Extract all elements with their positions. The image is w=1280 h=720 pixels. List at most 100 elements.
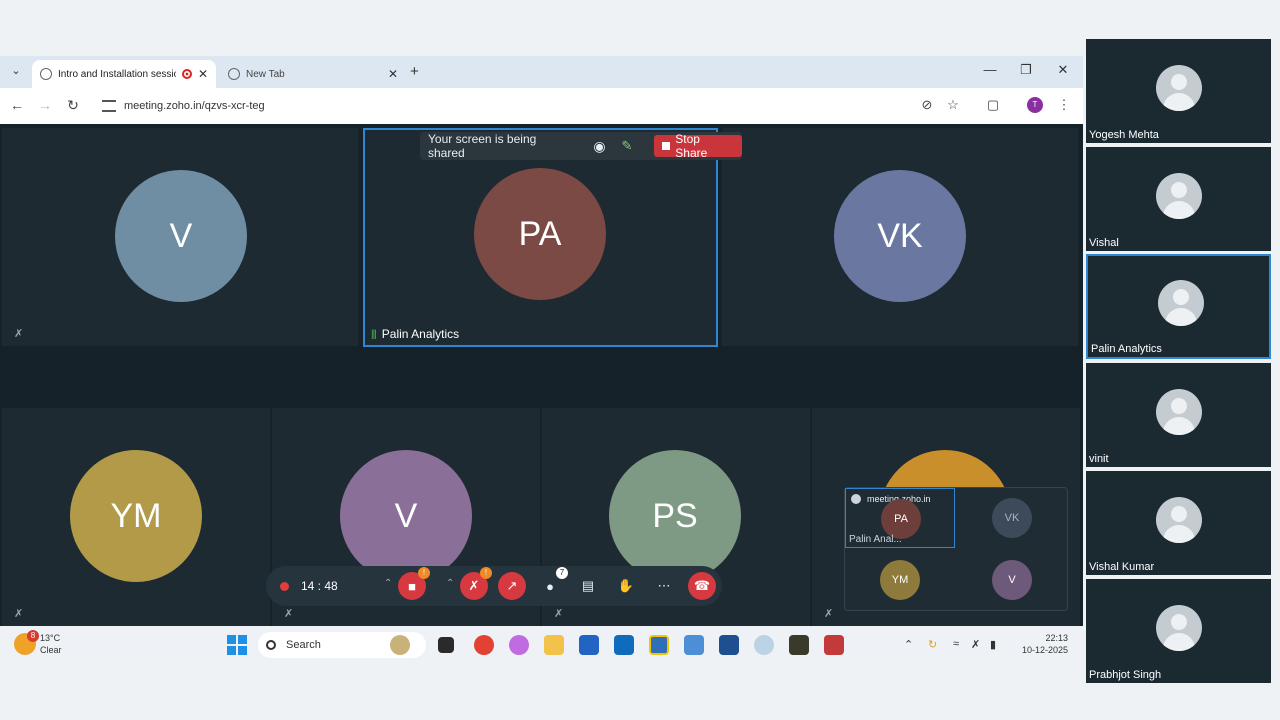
camera-off-button[interactable]: ■ ! xyxy=(398,567,430,600)
task-view-icon[interactable] xyxy=(438,637,454,653)
pip-tile[interactable]: VK xyxy=(957,488,1067,548)
avatar: V xyxy=(340,450,472,582)
volume-mute-icon[interactable]: ✗ xyxy=(971,638,980,651)
app-icon[interactable] xyxy=(719,635,739,655)
participant-tile[interactable]: V ✗ xyxy=(2,128,358,346)
new-tab-button[interactable]: + xyxy=(410,63,419,80)
participant-name: vinit xyxy=(1089,453,1109,465)
pip-tile[interactable]: YM xyxy=(845,550,955,610)
copilot-icon[interactable] xyxy=(509,635,529,655)
eye-off-icon[interactable]: ⊘ xyxy=(918,97,936,113)
tab-title: New Tab xyxy=(246,68,285,80)
terminal-icon[interactable] xyxy=(789,635,809,655)
camera-options-chevron-icon[interactable]: ⌃ xyxy=(384,578,392,589)
mic-options-chevron-icon[interactable]: ⌃ xyxy=(446,578,454,589)
mic-off-button[interactable]: ✗ ! xyxy=(460,567,492,600)
weather-alert-badge: 8 xyxy=(27,630,39,642)
close-tab-icon[interactable]: ✕ xyxy=(388,67,398,81)
panel-participant-active[interactable]: Palin Analytics xyxy=(1086,254,1271,359)
meeting-controls: 14 : 48 ⌃ ■ ! ⌃ ✗ ! ↗ ● 7 ▤ ✋ ⋯ ☎ xyxy=(266,566,722,606)
panel-participant[interactable]: Yogesh Mehta xyxy=(1086,39,1271,143)
close-window-icon[interactable]: ✕ xyxy=(1053,62,1073,78)
search-icon xyxy=(266,640,276,650)
mic-off-icon: ✗ xyxy=(824,608,834,620)
pip-tile[interactable]: V xyxy=(957,550,1067,610)
file-explorer-icon[interactable] xyxy=(544,635,564,655)
weather-widget[interactable]: 8 13°C Clear xyxy=(14,630,62,656)
recording-dot-icon xyxy=(280,581,289,591)
extensions-icon[interactable]: ▢ xyxy=(984,97,1002,113)
close-tab-icon[interactable]: ✕ xyxy=(198,67,208,81)
snowflake-icon[interactable] xyxy=(754,635,774,655)
wifi-icon[interactable]: ≈ xyxy=(953,638,959,650)
url-field[interactable]: meeting.zoho.in/qzvs-xcr-teg xyxy=(96,92,916,120)
stop-share-button[interactable]: Stop Share xyxy=(654,132,742,160)
avatar: V xyxy=(115,170,247,302)
stop-square-icon xyxy=(662,142,671,150)
profile-avatar[interactable]: T xyxy=(1027,97,1043,113)
battery-icon[interactable]: ▮ xyxy=(990,638,996,651)
participants-icon: ● xyxy=(546,578,554,594)
panel-participant[interactable]: vinit xyxy=(1086,363,1271,467)
end-call-button[interactable]: ☎ xyxy=(688,572,716,600)
search-highlight-icon[interactable] xyxy=(390,635,410,655)
tab-search-chevron-icon[interactable]: ⌄ xyxy=(6,64,26,80)
avatar: PS xyxy=(609,450,741,582)
grid-app-icon[interactable] xyxy=(824,635,844,655)
minimize-icon[interactable]: — xyxy=(980,62,1000,77)
participant-tile-active[interactable]: PA ||| Palin Analytics xyxy=(363,128,718,347)
tab-new-tab[interactable]: New Tab ✕ xyxy=(220,60,406,88)
camera-alert-badge: ! xyxy=(418,567,430,579)
hide-eye-icon[interactable]: ◉ xyxy=(593,138,605,155)
clock-time: 22:13 xyxy=(1045,633,1068,643)
panel-participant[interactable]: Prabhjot Singh xyxy=(1086,579,1271,683)
participant-tile[interactable]: VK xyxy=(722,128,1078,346)
chat-button[interactable]: ▤ xyxy=(574,572,602,600)
system-clock[interactable]: 22:13 10-12-2025 xyxy=(1016,632,1068,656)
tab-title: Intro and Installation sessio xyxy=(58,68,176,80)
screen-share-button[interactable]: ↗ xyxy=(498,572,526,600)
pip-tile-active[interactable]: PA Palin Anal... xyxy=(845,488,955,548)
back-arrow-icon[interactable]: ← xyxy=(8,97,26,113)
site-settings-icon[interactable] xyxy=(102,100,116,112)
tab-meeting[interactable]: Intro and Installation sessio ✕ xyxy=(32,60,216,88)
outlook-icon[interactable] xyxy=(614,635,634,655)
user-silhouette-icon xyxy=(1158,280,1204,326)
mic-off-icon: ✗ xyxy=(468,578,480,593)
weather-desc: Clear xyxy=(40,645,62,655)
more-dots-icon: ⋯ xyxy=(657,578,671,593)
mic-off-icon: ✗ xyxy=(14,608,24,620)
search-label: Search xyxy=(286,639,321,651)
mic-off-icon: ✗ xyxy=(14,328,24,340)
annotate-pencil-icon[interactable]: ✎ xyxy=(622,138,633,154)
panel-participant[interactable]: Vishal Kumar xyxy=(1086,471,1271,575)
reload-icon[interactable]: ↻ xyxy=(64,97,82,114)
tray-chevron-icon[interactable]: ⌃ xyxy=(904,638,913,651)
more-options-button[interactable]: ⋯ xyxy=(650,572,678,600)
bookmark-star-icon[interactable]: ☆ xyxy=(944,97,962,113)
speaker-name: Palin Analytics xyxy=(381,327,460,341)
forward-arrow-icon[interactable]: → xyxy=(36,97,54,113)
share-status-text: Your screen is being shared xyxy=(428,132,537,160)
panel-participant[interactable]: Vishal xyxy=(1086,147,1271,251)
database-icon[interactable] xyxy=(684,635,704,655)
participant-name: Palin Analytics xyxy=(1091,343,1162,355)
chat-icon: ▤ xyxy=(581,578,595,593)
participant-tile[interactable]: YM ✗ xyxy=(2,408,270,626)
mic-off-icon: ✗ xyxy=(284,608,294,620)
chrome-icon[interactable] xyxy=(474,635,494,655)
restore-icon[interactable]: ❐ xyxy=(1016,62,1036,78)
user-silhouette-icon xyxy=(1156,389,1202,435)
sync-icon[interactable]: ↻ xyxy=(928,638,937,651)
menu-kebab-icon[interactable]: ⋮ xyxy=(1055,97,1073,113)
power-bi-icon[interactable] xyxy=(649,635,669,655)
reactions-button[interactable]: ✋ xyxy=(612,572,640,600)
screen-share-banner: Your screen is being shared ◉ ✎ Stop Sha… xyxy=(420,132,742,160)
store-icon[interactable] xyxy=(579,635,599,655)
user-silhouette-icon xyxy=(1156,497,1202,543)
avatar: V xyxy=(992,560,1032,600)
participants-button[interactable]: ● 7 xyxy=(536,567,568,600)
picture-in-picture-window[interactable]: meeting.zoho.in PA Palin Anal... VK YM V xyxy=(844,487,1068,611)
windows-start-icon[interactable] xyxy=(227,635,247,655)
globe-icon xyxy=(40,68,52,80)
